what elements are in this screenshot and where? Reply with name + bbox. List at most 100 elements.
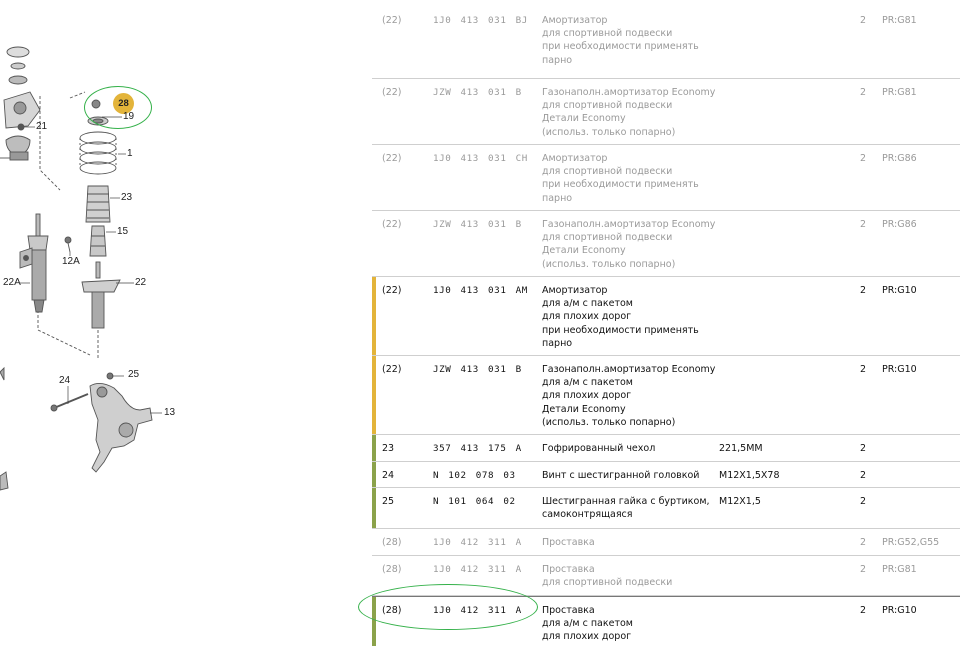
table-row[interactable]: (28) 1J0 412 311 A Проставка 2 PR:G52,G55	[372, 529, 960, 556]
description-line: для спортивной подвески	[542, 166, 673, 178]
description-line: для плохих дорог	[542, 311, 632, 323]
row-pr-code: PR:G86	[882, 153, 917, 164]
row-pr-code: PR:G81	[882, 15, 917, 26]
table-row[interactable]: (22) 1J0 413 031 CH Амортизатор для спортив…	[372, 145, 960, 211]
table-row[interactable]: 24 N 102 078 03 Винт с шестигранной головк…	[372, 462, 960, 488]
description-line: Амортизатор	[542, 153, 608, 164]
row-description: Газонаполн.амортизатор Economy для спорти…	[542, 218, 715, 271]
row-part-number: N 101 064 02	[433, 496, 516, 507]
callout-25: 25	[128, 369, 140, 380]
green-annotation-circle	[84, 86, 152, 129]
table-row[interactable]: (22) JZW 413 031 B Газонаполн.амортизатор …	[372, 79, 960, 145]
callout-22: 22	[135, 277, 147, 288]
row-description: Газонаполн.амортизатор Economy для а/м с …	[542, 363, 715, 429]
description-line: Детали Economy	[542, 245, 626, 257]
description-line: Газонаполн.амортизатор Economy	[542, 219, 716, 230]
callout-23: 23	[121, 192, 133, 203]
table-row[interactable]: (22) JZW 413 031 B Газонаполн.амортизатор …	[372, 356, 960, 435]
description-line: для спортивной подвески	[542, 232, 673, 244]
description-line: для спортивной подвески	[542, 28, 673, 40]
row-description: Амортизатор для спортивной подвески при не…	[542, 14, 699, 67]
description-line: при необходимости применять	[542, 179, 699, 191]
table-row[interactable]: (22) 1J0 413 031 BJ Амортизатор для спортив…	[372, 7, 960, 79]
description-line: (использ. только попарно)	[542, 258, 676, 270]
row-quantity: 2	[860, 364, 867, 375]
description-line: для плохих дорог	[542, 390, 632, 402]
callout-12a: 12A	[62, 256, 80, 267]
description-line: Винт с шестигранной головкой	[542, 470, 700, 481]
row-position: (28)	[382, 537, 402, 548]
row-position: (22)	[382, 153, 402, 164]
row-part-number: 1J0 413 031 BJ	[433, 15, 528, 26]
description-line: парно	[542, 337, 573, 349]
row-quantity: 2	[860, 219, 867, 230]
description-line: (использ. только попарно)	[542, 416, 676, 428]
row-pr-code: PR:G52,G55	[882, 537, 940, 548]
description-line: парно	[542, 192, 573, 204]
row-position: (22)	[382, 87, 402, 98]
row-position: (22)	[382, 364, 402, 375]
parts-table: (22) 1J0 413 031 BJ Амортизатор для спортив…	[372, 0, 960, 646]
row-position: (22)	[382, 285, 402, 296]
row-part-number: JZW 413 031 B	[433, 364, 522, 375]
callout-21: 21	[36, 121, 48, 132]
row-spec: M12X1,5X78	[719, 470, 780, 481]
row-description: Амортизатор для спортивной подвески при не…	[542, 152, 699, 205]
description-line: для спортивной подвески	[542, 100, 673, 112]
row-description: Гофрированный чехол	[542, 442, 655, 455]
row-part-number: 1J0 413 031 AM	[433, 285, 528, 296]
row-pr-code: PR:G10	[882, 364, 917, 375]
description-line: Газонаполн.амортизатор Economy	[542, 87, 716, 98]
description-line: для спортивной подвески	[542, 577, 673, 589]
table-row[interactable]: (22) JZW 413 031 B Газонаполн.амортизатор …	[372, 211, 960, 277]
row-marker-bar	[372, 435, 376, 461]
row-position: (22)	[382, 219, 402, 230]
row-marker-bar	[372, 488, 376, 528]
row-quantity: 2	[860, 605, 867, 616]
description-line: для а/м с пакетом	[542, 298, 633, 310]
description-line: Детали Economy	[542, 403, 626, 415]
row-description: Газонаполн.амортизатор Economy для спорти…	[542, 86, 715, 139]
description-line: для плохих дорог	[542, 631, 632, 643]
callout-22a: 22A	[3, 277, 21, 288]
row-description: Амортизатор для а/м с пакетом для плохих д…	[542, 284, 699, 350]
description-line: для а/м с пакетом	[542, 618, 633, 630]
row-marker-bar	[372, 356, 376, 434]
row-description: Винт с шестигранной головкой	[542, 469, 699, 482]
row-pr-code: PR:G10	[882, 605, 917, 616]
row-pr-code: PR:G86	[882, 219, 917, 230]
row-quantity: 2	[860, 153, 867, 164]
row-pr-code: PR:G81	[882, 87, 917, 98]
row-quantity: 2	[860, 470, 867, 481]
row-description: Проставка для спортивной подвески	[542, 563, 672, 589]
row-part-number: 1J0 412 311 A	[433, 537, 522, 548]
row-quantity: 2	[860, 496, 867, 507]
row-description: Проставка	[542, 536, 595, 549]
row-quantity: 2	[860, 285, 867, 296]
description-line: Амортизатор	[542, 15, 608, 26]
description-line: парно	[542, 54, 573, 66]
row-quantity: 2	[860, 443, 867, 454]
row-marker-bar	[372, 277, 376, 355]
description-line: при необходимости применять	[542, 324, 699, 336]
description-line: самоконтрящаяся	[542, 509, 633, 521]
row-marker-bar	[372, 462, 376, 487]
table-row[interactable]: (22) 1J0 413 031 AM Амортизатор для а/м с п…	[372, 277, 960, 356]
row-quantity: 2	[860, 537, 867, 548]
row-quantity: 2	[860, 87, 867, 98]
row-description: Шестигранная гайка с буртиком, самоконтря…	[542, 495, 710, 521]
row-part-number: JZW 413 031 B	[433, 87, 522, 98]
row-spec: M12X1,5	[719, 496, 761, 507]
description-line: Шестигранная гайка с буртиком,	[542, 496, 710, 507]
row-quantity: 2	[860, 564, 867, 575]
table-row[interactable]: 23 357 413 175 A Гофрированный чехол 221,5M…	[372, 435, 960, 462]
row-position: (28)	[382, 564, 402, 575]
callout-15: 15	[117, 226, 129, 237]
row-position: 24	[382, 470, 395, 481]
row-position: (22)	[382, 15, 402, 26]
row-part-number: JZW 413 031 B	[433, 219, 522, 230]
row-pr-code: PR:G81	[882, 564, 917, 575]
row-part-number: 1J0 413 031 CH	[433, 153, 528, 164]
table-row[interactable]: 25 N 101 064 02 Шестигранная гайка с бурти…	[372, 488, 960, 529]
description-line: Газонаполн.амортизатор Economy	[542, 364, 716, 375]
